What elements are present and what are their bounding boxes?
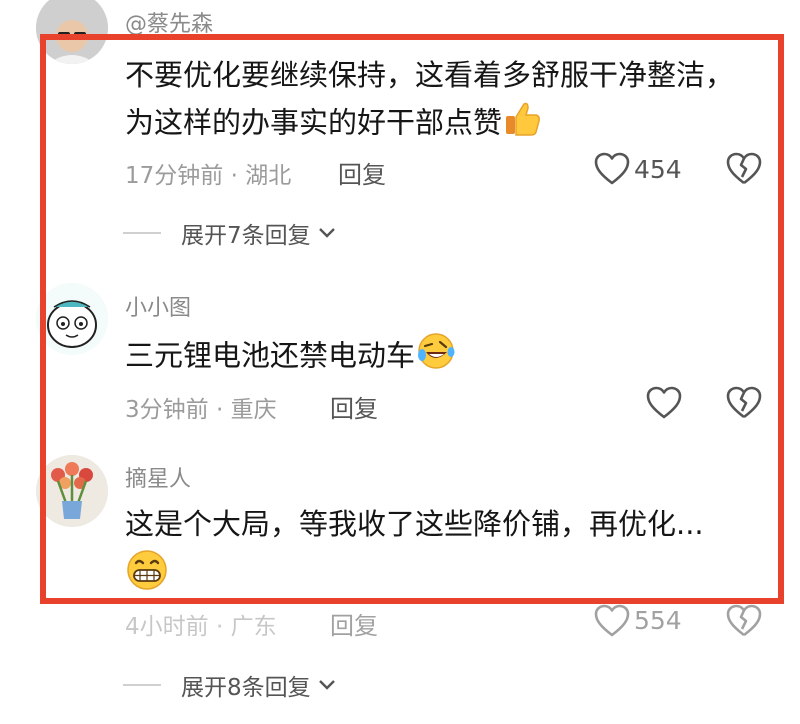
comment-text-line1: 三元锂电池还禁电动车 — [125, 330, 457, 385]
rofl-face-icon — [415, 330, 457, 385]
broken-heart-icon[interactable] — [726, 604, 762, 638]
avatar[interactable] — [36, 283, 108, 355]
broken-heart-icon[interactable] — [726, 386, 762, 420]
expand-replies-label: 展开7条回复 — [181, 223, 311, 249]
reply-button[interactable]: 回复 — [338, 155, 386, 190]
chevron-down-icon — [318, 680, 335, 690]
comment-time: 17分钟前 — [125, 163, 224, 189]
broken-heart-icon[interactable] — [726, 152, 762, 186]
expand-replies-button[interactable]: 展开8条回复 — [123, 668, 337, 702]
comment-text: 不要优化要继续保持，这看着多舒服干净整洁， — [125, 58, 735, 92]
like-count: 554 — [634, 606, 682, 635]
reply-button[interactable]: 回复 — [330, 606, 378, 641]
comment-meta: 3分钟前 · 重庆 — [125, 390, 277, 424]
expand-replies-label: 展开8条回复 — [181, 675, 311, 701]
like-count: 454 — [634, 155, 682, 184]
comment-location: 重庆 — [230, 397, 277, 423]
comment-time: 4小时前 — [125, 614, 209, 640]
comment-text: 这是个大局，等我收了这些降价铺，再优化... — [125, 507, 704, 541]
comment-meta: 4小时前 · 广东 — [125, 607, 277, 641]
comment-location: 湖北 — [245, 163, 292, 189]
comment-time: 3分钟前 — [125, 397, 209, 423]
heart-icon[interactable] — [594, 152, 630, 186]
reply-button[interactable]: 回复 — [330, 389, 378, 424]
grinning-face-icon — [125, 548, 169, 596]
meta-separator: · — [215, 397, 224, 423]
expand-replies-button[interactable]: 展开7条回复 — [123, 216, 337, 250]
divider — [123, 684, 161, 686]
divider — [123, 232, 161, 234]
flower-vase-icon — [36, 455, 108, 527]
avatar[interactable] — [36, 0, 108, 64]
heart-icon[interactable] — [594, 604, 630, 638]
comment-text-line2: 为这样的办事实的好干部点赞 — [125, 98, 542, 151]
comment-username[interactable]: 小小图 — [125, 290, 191, 322]
meta-separator: · — [230, 163, 238, 189]
comment-text: 三元锂电池还禁电动车 — [125, 338, 416, 373]
comment-meta: 17分钟前 · 湖北 — [125, 156, 291, 190]
avatar[interactable] — [36, 455, 108, 527]
comment-username[interactable]: 摘星人 — [125, 461, 191, 493]
thumbs-up-icon — [502, 98, 542, 151]
chevron-down-icon — [318, 228, 335, 238]
comment-text: 为这样的办事实的好干部点赞 — [125, 105, 503, 140]
cartoon-character-icon — [36, 283, 108, 355]
comment-location: 广东 — [230, 614, 277, 640]
comment-username[interactable]: @蔡先森 — [125, 6, 213, 38]
person-with-sunglasses-icon — [36, 0, 108, 64]
heart-icon[interactable] — [646, 386, 682, 420]
meta-separator: · — [215, 614, 224, 640]
